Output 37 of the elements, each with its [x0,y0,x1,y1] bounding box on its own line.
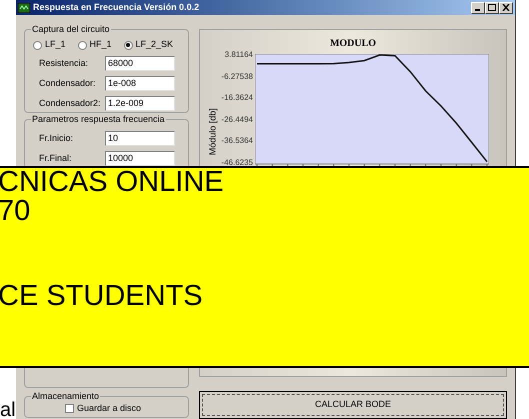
field-label: Fr.Final: [38,152,73,165]
calculate-button[interactable]: CALCULAR BODE [199,391,507,419]
maximize-icon [488,4,496,11]
input-field[interactable]: 1e-008 [105,76,175,91]
y-tick-label: -36.5364 [220,136,253,146]
y-tick-label: -6.27538 [220,72,253,82]
y-axis-label: Módulo [db] [206,107,218,158]
field-label: Condensador: [38,76,97,90]
input-field[interactable]: 1.2e-009 [105,96,175,111]
y-tick-label: 3.81164 [224,50,253,60]
input-field[interactable]: 10 [105,131,175,146]
y-tick-label: -46.6235 [220,158,253,168]
window-title: Respuesta en Frecuencia Versión 0.0.2 [33,0,200,14]
y-tick-label: -16.3624 [220,93,253,104]
radio-label: LF_1 [45,38,66,52]
radio-button[interactable] [33,40,42,50]
y-tick-label: -26.4494 [220,114,253,125]
corner-text: al [0,400,16,419]
radio-label: LF_2_SK [136,38,174,52]
radio-button[interactable] [124,40,133,50]
input-field[interactable]: 10000 [105,151,175,166]
maximize-button[interactable] [485,2,499,14]
group-title: Captura del circuito [31,23,111,35]
minimize-button[interactable] [471,2,485,14]
group-title: Parametros respuesta frecuencia [31,113,166,125]
field-label: Condensador2: [38,96,102,110]
chart-title: MODULO [330,38,376,50]
app-icon [18,2,30,12]
input-field[interactable]: 68000 [105,56,175,71]
field-label: Resistencia: [38,56,90,70]
radio-button[interactable] [78,40,87,50]
radio-label: HF_1 [90,38,112,52]
close-button[interactable] [499,2,513,14]
checkbox[interactable] [65,404,74,414]
group-title: Almacenamiento [31,390,100,402]
close-icon [502,4,510,11]
field-label: Fr.Inicio: [38,132,74,145]
